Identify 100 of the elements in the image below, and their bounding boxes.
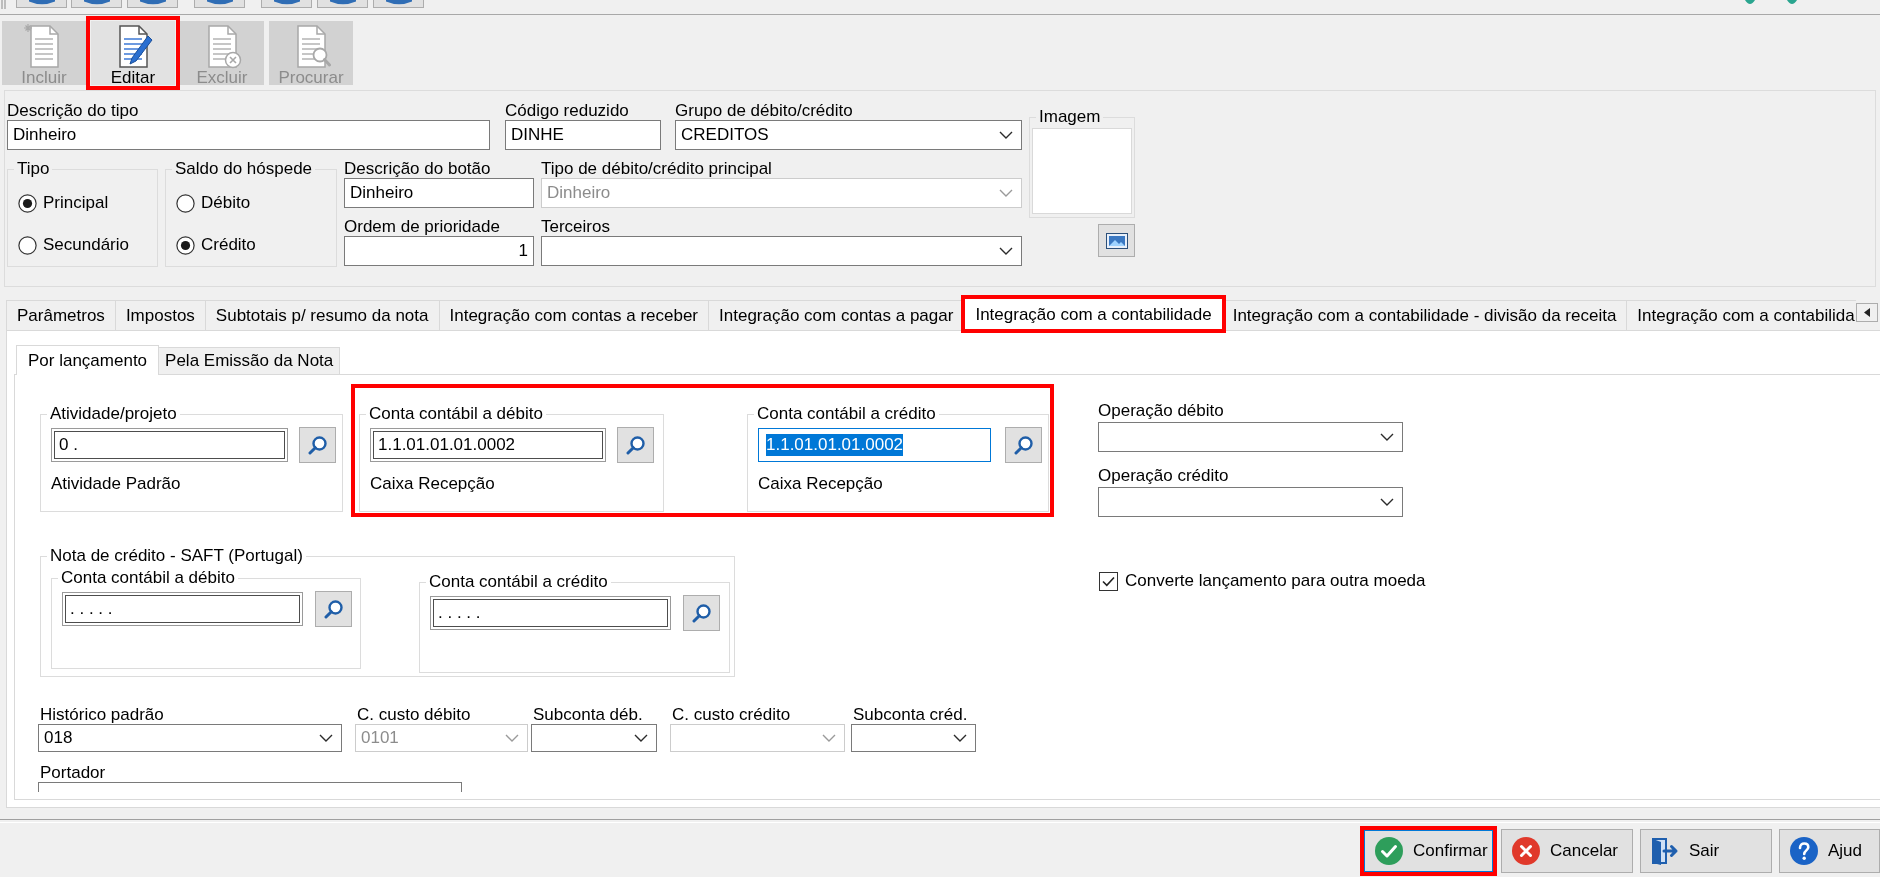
dropdown[interactable]	[1098, 422, 1403, 452]
toolbar-button[interactable]: Editar	[91, 21, 175, 85]
radio-option[interactable]: Débito	[176, 193, 251, 213]
cropped-icon	[139, 0, 166, 5]
radio-option[interactable]: Crédito	[176, 235, 256, 255]
description-text: Atividade Padrão	[51, 475, 181, 493]
search-button[interactable]	[1005, 427, 1042, 463]
field-label: Código reduzido	[505, 102, 629, 120]
group-title: Conta contábil a débito	[368, 405, 544, 423]
checkbox[interactable]: Converte lançamento para outra moeda	[1099, 571, 1426, 591]
cropped-icon	[206, 0, 233, 5]
left-arrow-icon	[1864, 308, 1870, 317]
dropdown[interactable]	[531, 724, 657, 752]
text-field[interactable]: . . . . .	[62, 592, 303, 626]
search-button[interactable]	[299, 427, 336, 463]
tab[interactable]: Impostos	[115, 300, 206, 330]
cropped-icon	[83, 0, 110, 5]
field-label: Descrição do tipo	[7, 102, 139, 120]
search-button[interactable]	[683, 595, 720, 631]
field-label: C. custo crédito	[672, 706, 791, 724]
toolbar-button[interactable]	[194, 0, 245, 8]
search-button[interactable]	[617, 427, 654, 463]
toolbar-button[interactable]	[373, 0, 424, 8]
text-field[interactable]	[38, 782, 462, 792]
search-icon	[625, 435, 646, 455]
chevron-down-icon	[634, 734, 648, 742]
field-label: Descrição do botão	[344, 160, 491, 178]
text-field[interactable]: DINHE	[505, 120, 661, 150]
chevron-down-icon	[999, 131, 1013, 139]
group-title: Imagem	[1038, 108, 1102, 126]
dropdown[interactable]	[541, 236, 1022, 266]
cropped-icon	[28, 0, 55, 5]
cancel-button[interactable]: Cancelar	[1501, 829, 1633, 873]
tab[interactable]: Parâmetros	[6, 300, 116, 330]
search-icon	[323, 599, 344, 619]
group-title: Tipo	[16, 160, 51, 178]
scroll-left-button[interactable]	[1856, 303, 1878, 322]
text-field[interactable]: 1.1.01.01.01.0002	[758, 428, 991, 462]
search-button[interactable]	[315, 591, 352, 627]
toolbar-button[interactable]	[127, 0, 178, 8]
description-text: Caixa Recepção	[758, 475, 883, 493]
field-label: Subconta créd.	[853, 706, 968, 724]
image-icon	[1105, 232, 1128, 249]
tab[interactable]: Integração com contas a receber	[439, 300, 710, 330]
search-icon	[1013, 435, 1034, 455]
radio-option[interactable]: Principal	[18, 193, 109, 213]
toolbar-button[interactable]	[16, 0, 67, 8]
chevron-down-icon	[319, 734, 333, 742]
field-label: Operação crédito	[1098, 467, 1229, 485]
group-title: Saldo do hóspede	[174, 160, 314, 178]
text-field[interactable]: Dinheiro	[344, 178, 534, 208]
text-field[interactable]: . . . . .	[430, 596, 671, 630]
help-icon	[1790, 837, 1818, 865]
field-label: C. custo débito	[357, 706, 471, 724]
check-circle-icon	[1375, 837, 1403, 865]
grip-icon	[1, 0, 6, 9]
group-title: Atividade/projeto	[49, 405, 178, 423]
text-field[interactable]: 1	[344, 236, 534, 266]
chevron-down-icon	[999, 189, 1013, 197]
toolbar-button[interactable]	[317, 0, 368, 8]
field-label: Operação débito	[1098, 402, 1224, 420]
tab[interactable]: Por lançamento	[16, 345, 160, 375]
dropdown[interactable]: CREDITOS	[675, 120, 1022, 150]
cropped-icon	[385, 0, 412, 5]
toolbar-button[interactable]	[71, 0, 122, 8]
group-title: Conta contábil a débito	[60, 569, 236, 587]
search-icon	[307, 435, 328, 455]
cropped-icon	[273, 0, 300, 5]
group-title: Nota de crédito - SAFT (Portugal)	[49, 547, 304, 565]
field-label: Tipo de débito/crédito principal	[541, 160, 772, 178]
door-arrow-icon	[1651, 837, 1679, 865]
cropped-icon	[1745, 0, 1755, 5]
cropped-icon	[329, 0, 356, 5]
field-label: Grupo de débito/crédito	[675, 102, 853, 120]
tab[interactable]: Pela Emissão da Nota	[159, 347, 341, 374]
confirm-button[interactable]: Confirmar	[1363, 829, 1494, 873]
field-label: Histórico padrão	[40, 706, 164, 724]
group-title: Conta contábil a crédito	[756, 405, 937, 423]
dropdown[interactable]	[1098, 487, 1403, 517]
chevron-down-icon	[1380, 433, 1394, 441]
cropped-icon	[1787, 0, 1797, 5]
dropdown[interactable]: 018	[38, 724, 342, 752]
toolbar-button[interactable]	[261, 0, 312, 8]
radio-option[interactable]: Secundário	[18, 235, 129, 255]
chevron-down-icon	[1380, 498, 1394, 506]
field-label: Ordem de prioridade	[344, 218, 500, 236]
field-label: Portador	[40, 764, 106, 782]
x-circle-icon	[1512, 837, 1540, 865]
exit-button[interactable]: Sair	[1640, 829, 1772, 873]
text-field[interactable]: Dinheiro	[7, 120, 490, 150]
help-button[interactable]: Ajud	[1779, 829, 1880, 873]
tab[interactable]: Subtotais p/ resumo da nota	[205, 300, 440, 330]
image-button[interactable]	[1098, 224, 1135, 257]
field-label: Subconta déb.	[533, 706, 643, 724]
text-field[interactable]: 0 .	[51, 428, 288, 462]
dropdown[interactable]	[851, 724, 976, 752]
text-field[interactable]: 1.1.01.01.01.0002	[370, 428, 606, 462]
chevron-down-icon	[822, 734, 836, 742]
chevron-down-icon	[953, 734, 967, 742]
field-label: Terceiros	[541, 218, 610, 236]
